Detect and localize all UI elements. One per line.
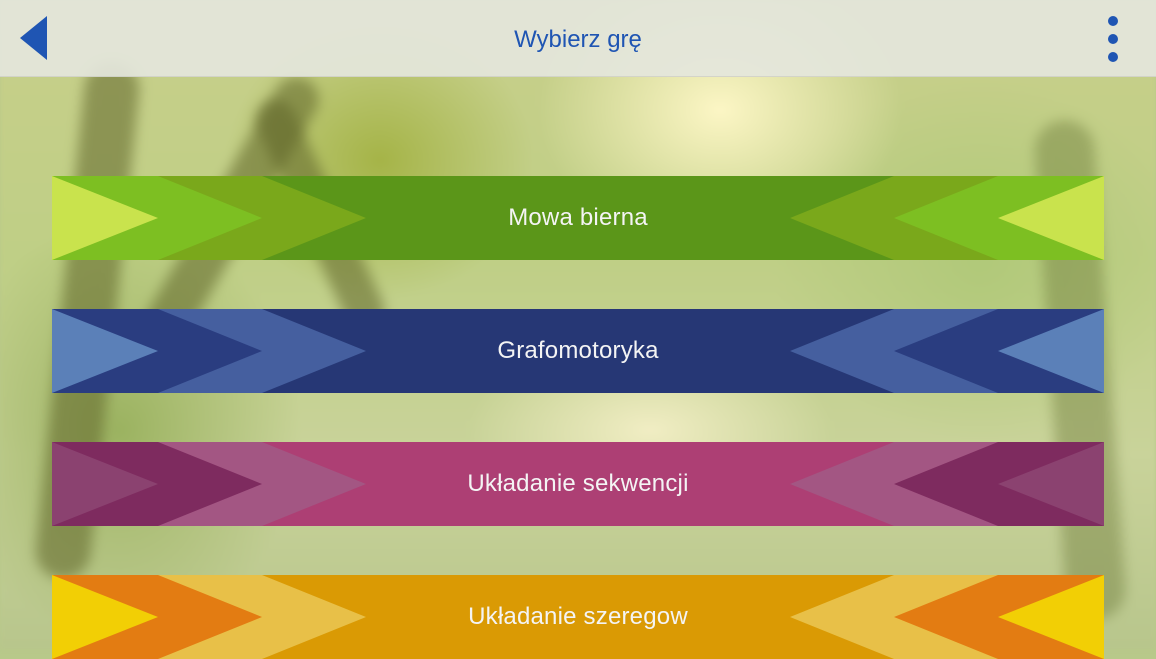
game-button-ukladanie-sekwencji[interactable]: Układanie sekwencji <box>52 442 1104 526</box>
more-vertical-icon <box>1108 16 1118 62</box>
overflow-menu-button[interactable] <box>1098 14 1128 64</box>
app-header: Wybierz grę <box>0 0 1156 77</box>
game-label: Układanie szeregow <box>468 603 688 630</box>
game-label: Grafomotoryka <box>497 337 659 364</box>
game-button-grafomotoryka[interactable]: Grafomotoryka <box>52 309 1104 393</box>
game-label: Mowa bierna <box>508 204 648 231</box>
page-title: Wybierz grę <box>514 26 642 53</box>
game-label: Układanie sekwencji <box>467 470 689 497</box>
game-button-mowa-bierna[interactable]: Mowa bierna <box>52 176 1104 260</box>
game-button-ukladanie-szeregow[interactable]: Układanie szeregow <box>52 575 1104 659</box>
